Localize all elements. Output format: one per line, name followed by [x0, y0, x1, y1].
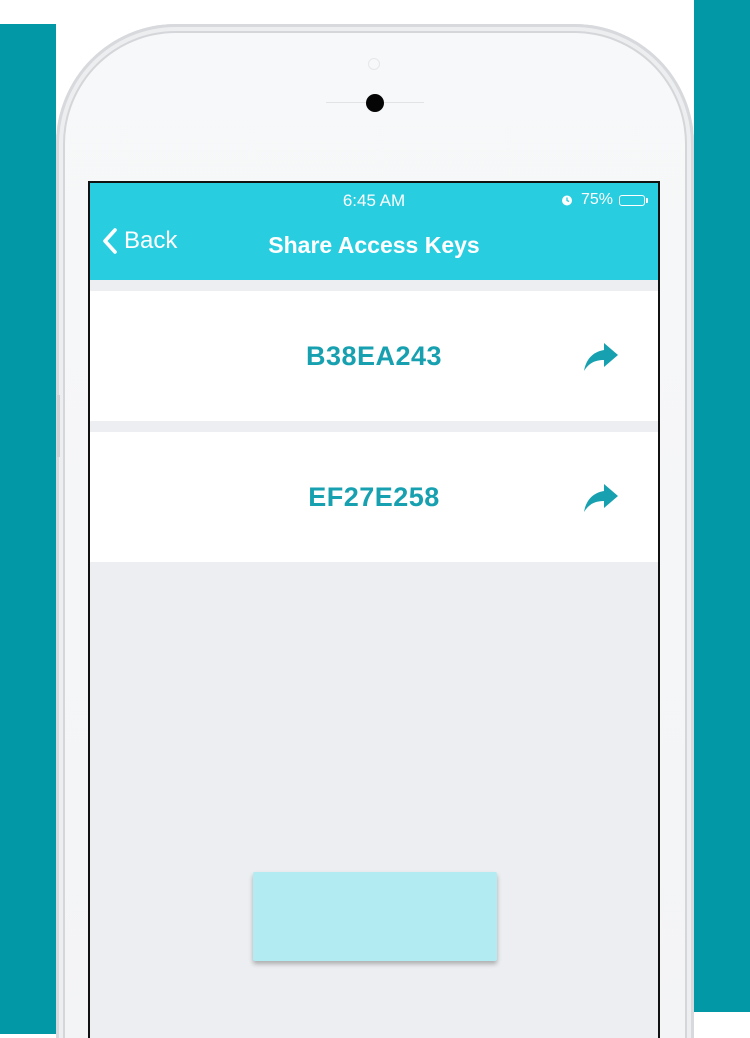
access-key-code: B38EA243	[305, 341, 443, 371]
battery-icon	[619, 194, 648, 206]
primary-action-button[interactable]	[253, 872, 497, 961]
battery-percent: 75%	[580, 191, 613, 208]
front-camera	[366, 94, 384, 112]
access-key-code: EF27E258	[308, 482, 440, 512]
page-title: Share Access Keys	[268, 232, 480, 258]
phone-side-button	[57, 395, 60, 457]
share-arrow-icon[interactable]	[582, 482, 620, 514]
navigation-bar: 6:45 AM 75% Back Share Access Keys	[90, 183, 658, 280]
access-key-row[interactable]: B38EA243	[90, 291, 658, 421]
alarm-clock-icon	[561, 195, 572, 206]
promo-stage: 6:45 AM 75% Back Share Access Keys B38EA…	[0, 0, 750, 1038]
phone-screen: 6:45 AM 75% Back Share Access Keys B38EA…	[88, 181, 660, 1038]
proximity-sensor	[368, 58, 380, 70]
app-screen: 6:45 AM 75% Back Share Access Keys B38EA…	[90, 183, 658, 1038]
access-key-row[interactable]: EF27E258	[90, 432, 658, 562]
background-panel-right	[694, 0, 750, 1012]
background-panel-left	[0, 24, 56, 1034]
share-arrow-icon[interactable]	[582, 341, 620, 373]
access-keys-list: B38EA243 EF27E258	[90, 291, 658, 573]
status-indicators: 75%	[561, 191, 648, 209]
